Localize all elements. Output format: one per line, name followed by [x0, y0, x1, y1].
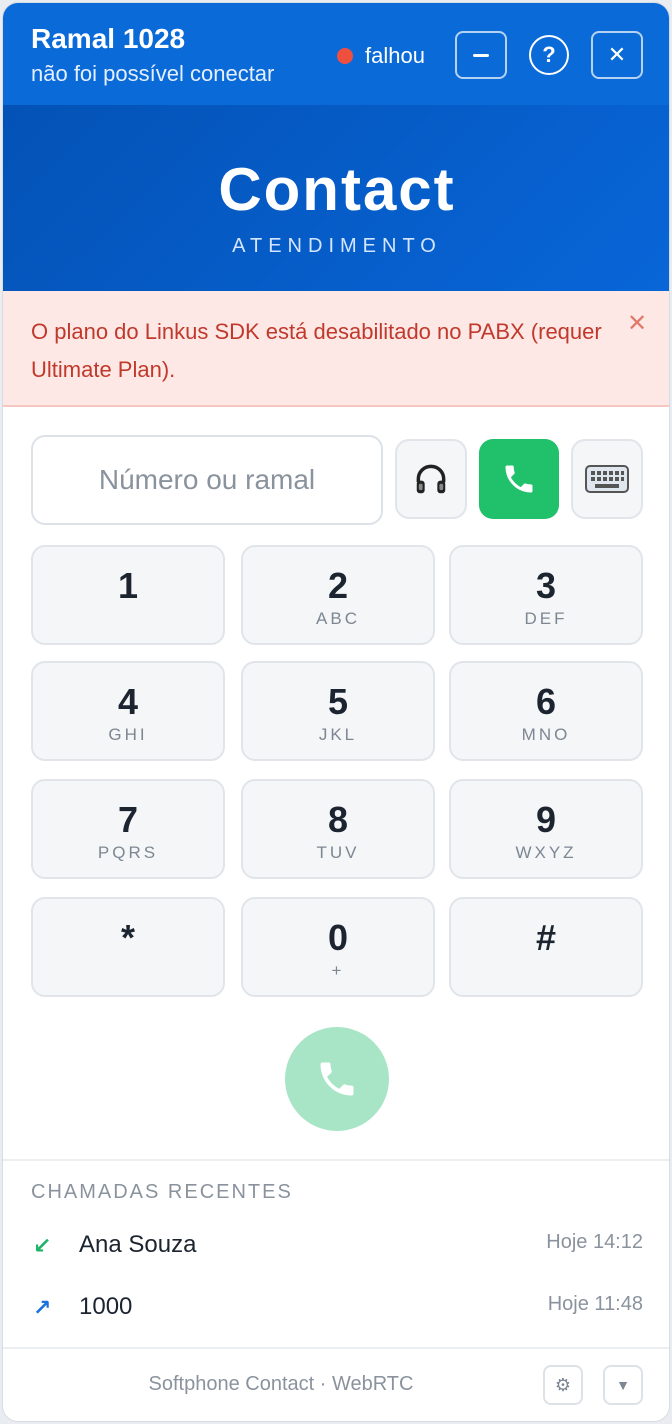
- key-letters: TUV: [316, 843, 360, 862]
- help-button[interactable]: ?: [523, 31, 575, 79]
- connection-subtitle: não foi possível conectar: [31, 61, 275, 86]
- key-letters: ABC: [316, 609, 360, 628]
- number-input[interactable]: [31, 435, 383, 525]
- dialpad-key[interactable]: 7 PQRS: [31, 779, 225, 879]
- recent-call-item[interactable]: ↗ 1000 Hoje 11:48: [3, 1285, 669, 1335]
- recent-calls-title: CHAMADAS RECENTES: [31, 1181, 293, 1203]
- extension-title: Ramal 1028: [31, 23, 186, 54]
- key-letters: JKL: [318, 725, 358, 744]
- key-digit: 2: [327, 565, 349, 606]
- dialpad-key[interactable]: 8 TUV: [241, 779, 435, 879]
- recent-call-item[interactable]: ↙ Ana Souza Hoje 14:12: [3, 1223, 669, 1273]
- headset-button[interactable]: [395, 439, 467, 519]
- dialpad-key[interactable]: *: [31, 897, 225, 997]
- key-letters: MNO: [521, 725, 571, 744]
- call-time: Hoje 14:12: [546, 1231, 643, 1253]
- dialpad-key[interactable]: 1: [31, 545, 225, 645]
- phone-icon: [505, 465, 533, 493]
- status-label: falhou: [365, 43, 425, 68]
- phone-icon: [320, 1062, 354, 1096]
- footer-label: Softphone Contact · WebRTC: [148, 1373, 414, 1395]
- alert-message: O plano do Linkus SDK está desabilitado …: [31, 319, 602, 382]
- dialpad-key[interactable]: 0 +: [241, 897, 435, 997]
- key-letters: PQRS: [97, 843, 159, 862]
- outgoing-call-icon: ↗: [33, 1295, 52, 1320]
- keyboard-button[interactable]: [571, 439, 643, 519]
- headset-icon: [416, 464, 446, 494]
- key-digit: 4: [117, 681, 139, 722]
- caller-name: Ana Souza: [79, 1231, 197, 1258]
- keyboard-icon: [585, 465, 629, 493]
- key-digit: 3: [535, 565, 557, 606]
- dialpad-key[interactable]: 9 WXYZ: [449, 779, 643, 879]
- settings-button[interactable]: ⚙: [543, 1365, 583, 1405]
- key-digit: 5: [327, 681, 349, 722]
- alert-close-icon[interactable]: ✕: [627, 309, 647, 338]
- close-icon: ✕: [607, 42, 627, 67]
- key-digit: 6: [535, 681, 557, 722]
- key-digit: 1: [117, 565, 139, 606]
- brand-banner: Contact ATENDIMENTO: [3, 105, 669, 291]
- key-letters: GHI: [108, 725, 148, 744]
- key-letters: DEF: [524, 609, 568, 628]
- incoming-call-icon: ↙: [33, 1233, 52, 1258]
- call-time: Hoje 11:48: [547, 1293, 643, 1315]
- minus-icon: [473, 53, 489, 57]
- key-digit: 7: [117, 799, 139, 840]
- title-bar: Ramal 1028 não foi possível conectar fal…: [3, 3, 669, 105]
- dial-call-button[interactable]: [285, 1027, 389, 1131]
- status-dot-icon: [337, 48, 353, 64]
- key-letters: WXYZ: [515, 843, 577, 862]
- dialpad-key[interactable]: 4 GHI: [31, 661, 225, 761]
- gear-icon: ⚙: [554, 1374, 572, 1395]
- softphone-window: Ramal 1028 não foi possível conectar fal…: [2, 2, 670, 1422]
- chevron-down-icon: ▼: [616, 1377, 630, 1393]
- collapse-button[interactable]: ▼: [603, 1365, 643, 1405]
- key-digit: 9: [535, 799, 557, 840]
- help-icon: ?: [529, 35, 569, 75]
- dialpad-key[interactable]: 3 DEF: [449, 545, 643, 645]
- brand-logo-text: Contact: [218, 156, 456, 223]
- key-digit: 8: [327, 799, 349, 840]
- dialpad-key[interactable]: 6 MNO: [449, 661, 643, 761]
- caller-name: 1000: [79, 1293, 133, 1320]
- divider: [3, 1347, 669, 1349]
- key-digit: #: [535, 917, 557, 958]
- brand-tagline: ATENDIMENTO: [232, 235, 442, 257]
- status-indicator: falhou: [337, 43, 425, 69]
- dialpad-key[interactable]: 2 ABC: [241, 545, 435, 645]
- key-digit: 0: [327, 917, 349, 958]
- dialpad-key[interactable]: #: [449, 897, 643, 997]
- close-button[interactable]: ✕: [591, 31, 643, 79]
- minimize-button[interactable]: [455, 31, 507, 79]
- error-alert: O plano do Linkus SDK está desabilitado …: [3, 291, 669, 407]
- divider: [3, 1159, 669, 1161]
- dialpad-key[interactable]: 5 JKL: [241, 661, 435, 761]
- key-digit: *: [120, 917, 135, 958]
- call-button[interactable]: [479, 439, 559, 519]
- key-letters: +: [331, 961, 345, 980]
